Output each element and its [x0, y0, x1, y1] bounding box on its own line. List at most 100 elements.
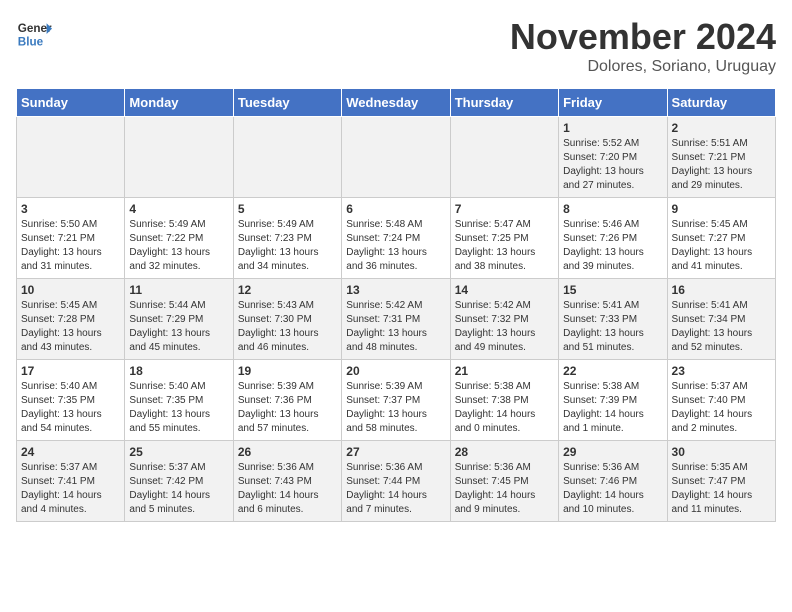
day-info: Sunrise: 5:49 AM Sunset: 7:22 PM Dayligh…	[129, 218, 228, 274]
month-title: November 2024	[510, 16, 776, 58]
day-cell: 3Sunrise: 5:50 AM Sunset: 7:21 PM Daylig…	[17, 198, 125, 279]
day-cell	[450, 117, 558, 198]
day-cell: 17 Sunrise: 5:40 AM Sunset: 7:35 PM Dayli…	[17, 360, 125, 441]
day-header-tuesday: Tuesday	[233, 89, 341, 117]
day-cell: 6 Sunrise: 5:48 AM Sunset: 7:24 PM Daylig…	[342, 198, 450, 279]
day-number: 2	[672, 121, 771, 135]
day-cell: 26 Sunrise: 5:36 AM Sunset: 7:43 PM Dayli…	[233, 441, 341, 522]
day-cell: 24 Sunrise: 5:37 AM Sunset: 7:41 PM Dayli…	[17, 441, 125, 522]
day-cell: 2 Sunrise: 5:51 AM Sunset: 7:21 PM Daylig…	[667, 117, 775, 198]
day-cell: 14 Sunrise: 5:42 AM Sunset: 7:32 PM Dayli…	[450, 279, 558, 360]
day-number: 8	[563, 202, 662, 216]
day-info: Sunrise: 5:48 AM Sunset: 7:24 PM Dayligh…	[346, 218, 445, 274]
day-number: 1	[563, 121, 662, 135]
day-cell: 30Sunrise: 5:35 AM Sunset: 7:47 PM Dayli…	[667, 441, 775, 522]
day-info: Sunrise: 5:45 AM Sunset: 7:28 PM Dayligh…	[21, 299, 120, 355]
day-info: Sunrise: 5:36 AM Sunset: 7:43 PM Dayligh…	[238, 461, 337, 517]
day-cell: 22Sunrise: 5:38 AM Sunset: 7:39 PM Dayli…	[559, 360, 667, 441]
day-info: Sunrise: 5:49 AM Sunset: 7:23 PM Dayligh…	[238, 218, 337, 274]
day-number: 11	[129, 283, 228, 297]
day-cell: 28 Sunrise: 5:36 AM Sunset: 7:45 PM Dayli…	[450, 441, 558, 522]
logo: General Blue	[16, 16, 52, 52]
day-cell: 23Sunrise: 5:37 AM Sunset: 7:40 PM Dayli…	[667, 360, 775, 441]
week-row-3: 10 Sunrise: 5:45 AM Sunset: 7:28 PM Dayli…	[17, 279, 776, 360]
day-cell: 1 Sunrise: 5:52 AM Sunset: 7:20 PM Daylig…	[559, 117, 667, 198]
day-info: Sunrise: 5:37 AM Sunset: 7:42 PM Dayligh…	[129, 461, 228, 517]
day-cell: 27 Sunrise: 5:36 AM Sunset: 7:44 PM Dayli…	[342, 441, 450, 522]
day-cell: 19 Sunrise: 5:39 AM Sunset: 7:36 PM Dayli…	[233, 360, 341, 441]
day-info: Sunrise: 5:36 AM Sunset: 7:46 PM Dayligh…	[563, 461, 662, 517]
day-number: 28	[455, 445, 554, 459]
day-info: Sunrise: 5:41 AM Sunset: 7:33 PM Dayligh…	[563, 299, 662, 355]
day-number: 13	[346, 283, 445, 297]
day-info: Sunrise: 5:44 AM Sunset: 7:29 PM Dayligh…	[129, 299, 228, 355]
day-cell: 9 Sunrise: 5:45 AM Sunset: 7:27 PM Daylig…	[667, 198, 775, 279]
day-number: 10	[21, 283, 120, 297]
day-cell: 25 Sunrise: 5:37 AM Sunset: 7:42 PM Dayli…	[125, 441, 233, 522]
day-cell: 4 Sunrise: 5:49 AM Sunset: 7:22 PM Daylig…	[125, 198, 233, 279]
day-info: Sunrise: 5:36 AM Sunset: 7:45 PM Dayligh…	[455, 461, 554, 517]
day-cell	[125, 117, 233, 198]
day-number: 27	[346, 445, 445, 459]
day-cell: 10 Sunrise: 5:45 AM Sunset: 7:28 PM Dayli…	[17, 279, 125, 360]
day-info: Sunrise: 5:42 AM Sunset: 7:32 PM Dayligh…	[455, 299, 554, 355]
day-header-monday: Monday	[125, 89, 233, 117]
day-cell: 8 Sunrise: 5:46 AM Sunset: 7:26 PM Daylig…	[559, 198, 667, 279]
day-info: Sunrise: 5:50 AM Sunset: 7:21 PM Dayligh…	[21, 218, 120, 274]
day-header-wednesday: Wednesday	[342, 89, 450, 117]
day-info: Sunrise: 5:41 AM Sunset: 7:34 PM Dayligh…	[672, 299, 771, 355]
day-info: Sunrise: 5:40 AM Sunset: 7:35 PM Dayligh…	[21, 380, 120, 436]
day-number: 6	[346, 202, 445, 216]
day-cell: 13 Sunrise: 5:42 AM Sunset: 7:31 PM Dayli…	[342, 279, 450, 360]
day-number: 12	[238, 283, 337, 297]
day-number: 15	[563, 283, 662, 297]
day-number: 4	[129, 202, 228, 216]
day-cell	[17, 117, 125, 198]
day-cell: 29 Sunrise: 5:36 AM Sunset: 7:46 PM Dayli…	[559, 441, 667, 522]
day-info: Sunrise: 5:36 AM Sunset: 7:44 PM Dayligh…	[346, 461, 445, 517]
day-info: Sunrise: 5:52 AM Sunset: 7:20 PM Dayligh…	[563, 137, 662, 193]
day-cell: 15 Sunrise: 5:41 AM Sunset: 7:33 PM Dayli…	[559, 279, 667, 360]
day-number: 14	[455, 283, 554, 297]
day-number: 7	[455, 202, 554, 216]
title-area: November 2024 Dolores, Soriano, Uruguay	[510, 16, 776, 76]
day-number: 9	[672, 202, 771, 216]
header: General Blue November 2024 Dolores, Sori…	[16, 16, 776, 76]
day-number: 21	[455, 364, 554, 378]
calendar-body: 1 Sunrise: 5:52 AM Sunset: 7:20 PM Daylig…	[17, 117, 776, 522]
day-info: Sunrise: 5:37 AM Sunset: 7:41 PM Dayligh…	[21, 461, 120, 517]
day-info: Sunrise: 5:46 AM Sunset: 7:26 PM Dayligh…	[563, 218, 662, 274]
day-info: Sunrise: 5:39 AM Sunset: 7:36 PM Dayligh…	[238, 380, 337, 436]
day-number: 20	[346, 364, 445, 378]
location-title: Dolores, Soriano, Uruguay	[510, 58, 776, 76]
day-header-saturday: Saturday	[667, 89, 775, 117]
day-number: 23	[672, 364, 771, 378]
day-cell: 11 Sunrise: 5:44 AM Sunset: 7:29 PM Dayli…	[125, 279, 233, 360]
day-info: Sunrise: 5:35 AM Sunset: 7:47 PM Dayligh…	[672, 461, 771, 517]
week-row-4: 17 Sunrise: 5:40 AM Sunset: 7:35 PM Dayli…	[17, 360, 776, 441]
day-number: 29	[563, 445, 662, 459]
day-number: 25	[129, 445, 228, 459]
day-number: 26	[238, 445, 337, 459]
day-number: 17	[21, 364, 120, 378]
day-cell: 16 Sunrise: 5:41 AM Sunset: 7:34 PM Dayli…	[667, 279, 775, 360]
week-row-1: 1 Sunrise: 5:52 AM Sunset: 7:20 PM Daylig…	[17, 117, 776, 198]
week-row-5: 24 Sunrise: 5:37 AM Sunset: 7:41 PM Dayli…	[17, 441, 776, 522]
day-number: 5	[238, 202, 337, 216]
day-number: 16	[672, 283, 771, 297]
day-cell	[342, 117, 450, 198]
day-cell: 5 Sunrise: 5:49 AM Sunset: 7:23 PM Daylig…	[233, 198, 341, 279]
day-header-friday: Friday	[559, 89, 667, 117]
day-info: Sunrise: 5:51 AM Sunset: 7:21 PM Dayligh…	[672, 137, 771, 193]
day-info: Sunrise: 5:40 AM Sunset: 7:35 PM Dayligh…	[129, 380, 228, 436]
day-info: Sunrise: 5:45 AM Sunset: 7:27 PM Dayligh…	[672, 218, 771, 274]
day-header-thursday: Thursday	[450, 89, 558, 117]
day-info: Sunrise: 5:39 AM Sunset: 7:37 PM Dayligh…	[346, 380, 445, 436]
week-row-2: 3Sunrise: 5:50 AM Sunset: 7:21 PM Daylig…	[17, 198, 776, 279]
day-cell	[233, 117, 341, 198]
day-info: Sunrise: 5:42 AM Sunset: 7:31 PM Dayligh…	[346, 299, 445, 355]
day-number: 18	[129, 364, 228, 378]
day-number: 24	[21, 445, 120, 459]
day-number: 19	[238, 364, 337, 378]
day-info: Sunrise: 5:47 AM Sunset: 7:25 PM Dayligh…	[455, 218, 554, 274]
